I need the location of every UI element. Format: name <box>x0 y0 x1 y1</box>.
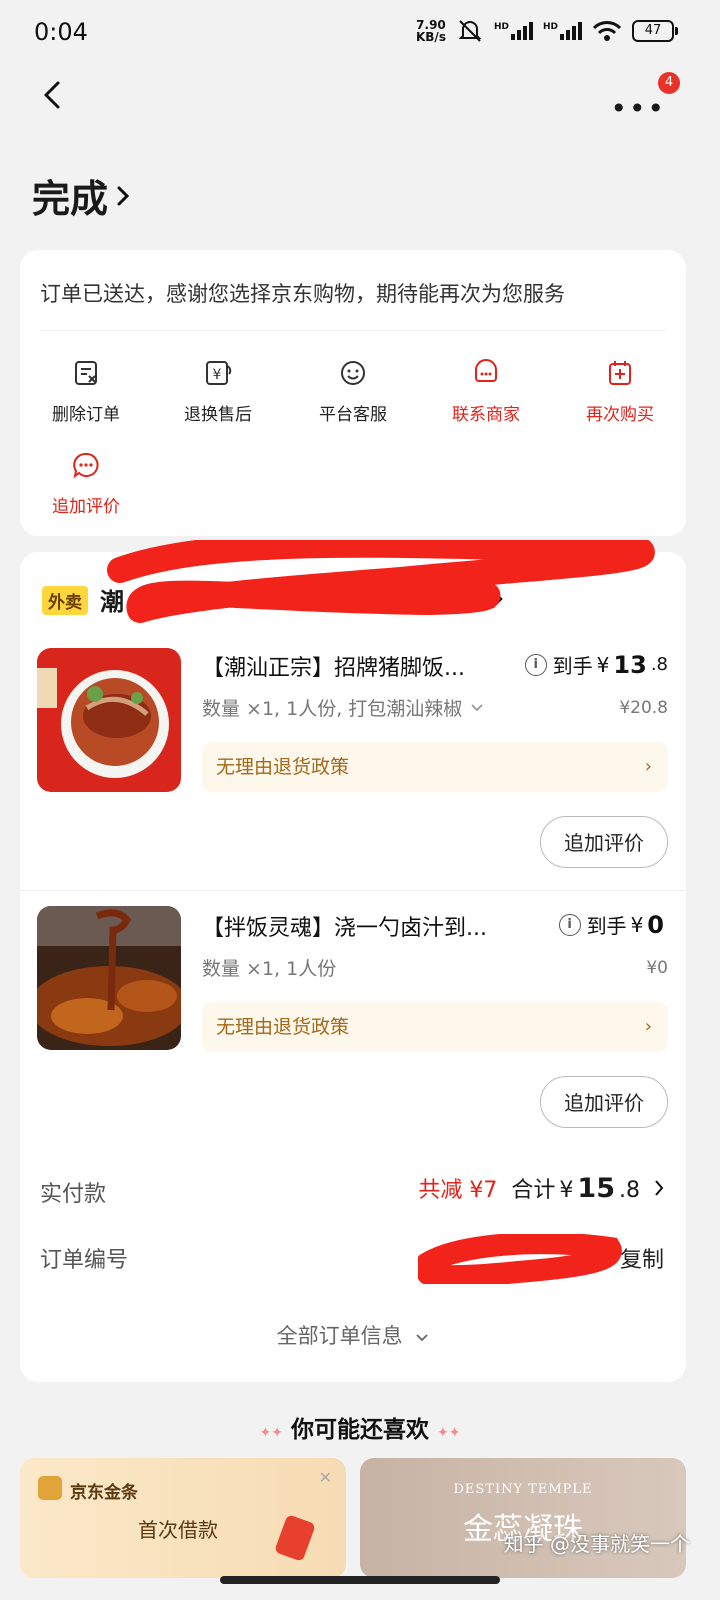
signal-1: HD <box>494 22 533 40</box>
item-price: i 到手 ¥ 13.8 <box>524 650 668 679</box>
add-review-button[interactable]: 追加评价 <box>26 450 146 517</box>
item-spec: 数量 ×1, 1人份 <box>202 958 337 980</box>
order-number-label: 订单编号 <box>40 1248 129 1273</box>
item-image-pork-rice[interactable] <box>37 648 181 792</box>
item-review-button[interactable]: 追加评价 <box>540 1076 668 1128</box>
buy-again-button[interactable]: 再次购买 <box>560 358 680 425</box>
return-exchange-button[interactable]: ¥ 退换售后 <box>158 358 278 425</box>
add-review-icon <box>73 452 99 479</box>
payment-label: 实付款 <box>40 1182 107 1207</box>
battery-indicator: 47 <box>632 20 678 42</box>
copy-button[interactable]: 复制 <box>620 1242 664 1274</box>
more-dots-icon[interactable]: ••• <box>610 92 666 125</box>
return-exchange-icon: ¥ <box>206 361 232 385</box>
watermark: 知乎 @没事就笑一个 <box>503 1532 690 1556</box>
item-name[interactable]: 【潮汕正宗】招牌猪脚饭... <box>202 650 465 682</box>
recommend-text: 首次借款 <box>138 1518 218 1542</box>
payment-summary[interactable]: 共减 ¥7 合计 ¥ 15.8 <box>418 1172 664 1204</box>
original-price: ¥20.8 <box>619 698 668 718</box>
total-amount: 合计 ¥ 15.8 <box>511 1173 640 1204</box>
svg-text:¥: ¥ <box>213 367 222 383</box>
info-icon[interactable]: i <box>558 913 581 936</box>
jd-jintiao-logo-icon <box>38 1476 62 1500</box>
recommend-en-text: DESTINY TEMPLE <box>453 1482 593 1497</box>
chevron-right-icon: › <box>644 1016 652 1037</box>
divider <box>20 890 686 891</box>
chevron-down-icon <box>416 1334 428 1342</box>
all-order-info-button[interactable]: 全部订单信息 <box>20 1320 686 1350</box>
recommend-card-loan[interactable]: 京东金条 首次借款 ✕ <box>20 1458 346 1578</box>
item-name[interactable]: 【拌饭灵魂】浇一勺卤汁到... <box>202 910 487 942</box>
order-number-redaction <box>418 1234 622 1284</box>
discount-amount: 共减 ¥7 <box>418 1178 498 1203</box>
chevron-down-icon <box>471 703 483 711</box>
order-status-title[interactable]: 完成 <box>32 168 130 223</box>
return-policy-row[interactable]: 无理由退货政策 › <box>202 742 668 792</box>
customer-service-icon <box>341 361 365 385</box>
status-icons: 7.90 KB/s HD HD 47 <box>415 18 678 44</box>
item-spec[interactable]: 数量 ×1, 1人份, 打包潮汕辣椒 <box>202 694 484 721</box>
red-envelope-icon <box>274 1514 316 1562</box>
back-button[interactable] <box>40 80 64 110</box>
return-policy-row[interactable]: 无理由退货政策 › <box>202 1002 668 1052</box>
order-detail-card: 外卖 潮 【潮汕正宗】招牌猪脚饭... i 到手 ¥ 13.8 数量 ×1, 1… <box>20 540 686 1382</box>
delete-order-button[interactable]: 删除订单 <box>26 358 146 425</box>
recommend-card-perfume[interactable]: DESTINY TEMPLE 金蕊凝珠 <box>360 1458 686 1578</box>
order-status-card: 订单已送达，感谢您选择京东购物，期待能再次为您服务 删除订单 ¥ 退换售后 平台… <box>20 250 686 536</box>
takeaway-tag: 外卖 <box>42 586 88 615</box>
sparkle-icon: ✦✦ <box>259 1425 283 1441</box>
original-price: ¥0 <box>646 958 668 978</box>
delete-order-icon <box>75 361 97 385</box>
recommend-title: ✦✦ 你可能还喜欢 ✦✦ <box>259 1417 461 1443</box>
item-price: i 到手 ¥ 0 <box>558 910 668 939</box>
net-speed: 7.90 KB/s <box>415 18 446 44</box>
mute-bell-icon <box>458 20 482 42</box>
notification-badge: 4 <box>658 72 680 94</box>
contact-merchant-button[interactable]: 联系商家 <box>426 358 546 425</box>
info-icon[interactable]: i <box>524 653 547 676</box>
sparkle-icon: ✦✦ <box>437 1425 461 1441</box>
customer-service-button[interactable]: 平台客服 <box>293 358 413 425</box>
redaction-scribble <box>107 540 655 623</box>
chevron-right-icon <box>655 1180 664 1196</box>
chevron-right-icon <box>117 186 130 205</box>
home-indicator[interactable] <box>220 1576 500 1584</box>
status-time: 0:04 <box>34 18 88 46</box>
item-image-braise-sauce[interactable] <box>37 906 181 1050</box>
divider <box>40 330 666 331</box>
signal-2: HD <box>543 22 582 40</box>
buy-again-icon <box>609 361 631 385</box>
chevron-right-icon: › <box>644 756 652 777</box>
contact-merchant-icon <box>475 359 497 382</box>
delivery-message: 订单已送达，感谢您选择京东购物，期待能再次为您服务 <box>40 282 565 306</box>
recommend-brand: 京东金条 <box>70 1483 138 1503</box>
wifi-icon <box>592 21 622 41</box>
item-review-button[interactable]: 追加评价 <box>540 816 668 868</box>
close-icon[interactable]: ✕ <box>319 1468 332 1487</box>
